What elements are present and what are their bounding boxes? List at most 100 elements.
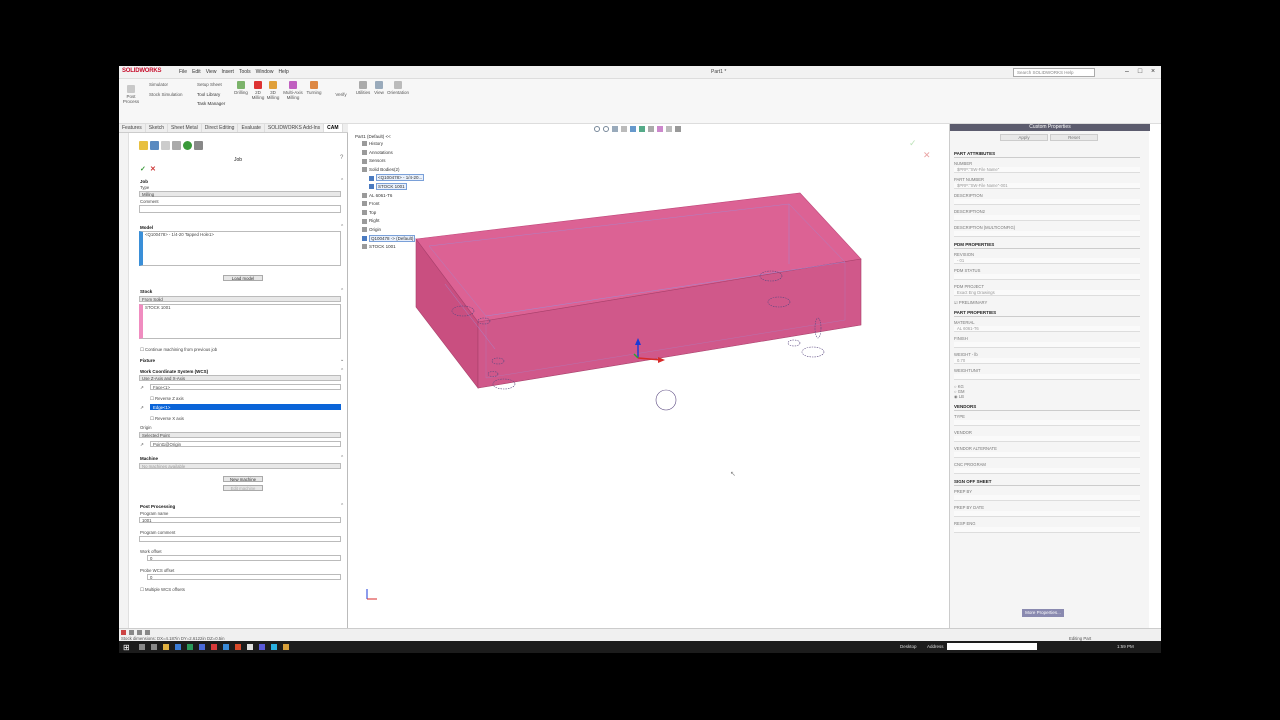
address-input[interactable]: [947, 643, 1037, 650]
collapse-icon[interactable]: ⌃: [340, 503, 344, 509]
ribbon-button-simulator[interactable]: Simulator: [149, 82, 175, 87]
probe-field[interactable]: 0: [147, 574, 341, 580]
model-item[interactable]: <Q100478> - 1/4-20 Tapped Hole1>: [145, 232, 214, 237]
ribbon-button-utilities[interactable]: Utilities: [355, 81, 371, 95]
section-wcs[interactable]: Work Coordinate System (WCS): [140, 369, 208, 374]
search-icon[interactable]: [139, 644, 145, 650]
ribbon-button-tool-library[interactable]: Tool Library: [197, 92, 227, 97]
ribbon-button-turning[interactable]: Turning: [306, 81, 322, 95]
menu-edit[interactable]: Edit: [192, 69, 201, 75]
ribbon-button-multi-axis-milling[interactable]: Multi-Axis Milling: [282, 81, 304, 100]
section-machine[interactable]: Machine: [140, 456, 158, 461]
menu-tools[interactable]: Tools: [239, 69, 251, 75]
section-pdm[interactable]: PDM PROPERTIES: [954, 242, 1140, 249]
preliminary-checkbox[interactable]: ☑ PRELIMINARY: [954, 300, 1140, 305]
section-model[interactable]: Model: [140, 225, 153, 230]
status-tool-icon[interactable]: [129, 630, 134, 635]
solidworks-taskbar-icon[interactable]: [211, 644, 217, 650]
menu-file[interactable]: File: [179, 69, 187, 75]
wcs-mode-select[interactable]: Use Z-Axis and X-Axis: [139, 375, 341, 381]
comment-field[interactable]: [139, 205, 341, 213]
property-field[interactable]: [954, 374, 1140, 380]
menu-help[interactable]: Help: [278, 69, 288, 75]
property-field[interactable]: Exact Eng Drawings: [954, 290, 1140, 296]
cam-icon[interactable]: [194, 141, 203, 150]
edit-machine-button[interactable]: Edit machine: [223, 485, 263, 491]
collapse-icon[interactable]: ⌃: [340, 224, 344, 230]
reverse-x-checkbox[interactable]: ☐ Reverse X axis: [150, 416, 184, 422]
tab-sketch[interactable]: Sketch: [146, 124, 169, 132]
property-field[interactable]: [954, 495, 1140, 501]
graphics-area[interactable]: Part1 (Default) << History Annotations Sen…: [349, 124, 949, 628]
model-list[interactable]: <Q100478> - 1/4-20 Tapped Hole1>: [139, 231, 341, 266]
menu-view[interactable]: View: [206, 69, 217, 75]
tab-cam[interactable]: CAM: [324, 124, 343, 132]
hole[interactable]: [787, 339, 801, 347]
reverse-z-checkbox[interactable]: ☐ Reverse Z axis: [150, 396, 184, 402]
menu-insert[interactable]: Insert: [221, 69, 234, 75]
property-field[interactable]: 0.70: [954, 358, 1140, 364]
collapse-icon[interactable]: ⌃: [340, 288, 344, 294]
app-icon[interactable]: [283, 644, 289, 650]
minimize-icon[interactable]: –: [1122, 68, 1132, 77]
more-properties-button[interactable]: More Properties...: [1022, 609, 1064, 617]
ribbon-button-verify[interactable]: Verify: [331, 92, 351, 97]
collapse-icon[interactable]: ⌃: [340, 455, 344, 461]
property-field[interactable]: [954, 231, 1140, 237]
multiple-offsets-checkbox[interactable]: ☐ Multiple WCS offsets: [140, 587, 185, 593]
type-select[interactable]: Milling: [139, 191, 341, 197]
section-fixture[interactable]: Fixture: [140, 358, 155, 363]
ok-icon[interactable]: ✓: [140, 165, 146, 173]
status-tool-icon[interactable]: [137, 630, 142, 635]
tab-sheet-metal[interactable]: Sheet Metal: [168, 124, 202, 132]
property-field[interactable]: [954, 452, 1140, 458]
property-field[interactable]: [954, 420, 1140, 426]
continue-checkbox[interactable]: ☐ Continue machining from previous job: [140, 347, 217, 353]
property-field[interactable]: - 01: [954, 258, 1140, 264]
windows-start-icon[interactable]: ⊞: [123, 643, 130, 652]
work-offset-field[interactable]: 0: [147, 555, 341, 561]
file-explorer-icon[interactable]: [163, 644, 169, 650]
maximize-icon[interactable]: □: [1135, 68, 1145, 77]
property-field[interactable]: [954, 468, 1140, 474]
stock-list[interactable]: STOCK 1001: [139, 304, 341, 339]
ribbon-button-3d-milling[interactable]: 3D Milling: [266, 81, 280, 100]
property-field[interactable]: [954, 274, 1140, 280]
property-field[interactable]: $PRP:"SW-File Name": [954, 167, 1140, 173]
property-field[interactable]: [954, 342, 1140, 348]
section-job[interactable]: Job: [140, 179, 148, 184]
ribbon-button-drilling[interactable]: Drilling: [233, 81, 249, 95]
program-comment-field[interactable]: [139, 536, 341, 542]
section-stock[interactable]: Stock: [140, 289, 152, 294]
apply-button[interactable]: Apply: [1000, 134, 1048, 141]
status-tool-icon[interactable]: [121, 630, 126, 635]
powerpoint-icon[interactable]: [235, 644, 241, 650]
machine-select[interactable]: No machines available: [139, 463, 341, 469]
ribbon-button-view[interactable]: View: [373, 81, 385, 95]
tab-addins[interactable]: SOLIDWORKS Add-Ins: [265, 124, 325, 132]
property-field[interactable]: AL 6061-T6: [954, 326, 1140, 332]
desktop-toolbar[interactable]: Desktop: [900, 644, 917, 649]
status-tool-icon[interactable]: [145, 630, 150, 635]
ribbon-button-stock-simulation[interactable]: Stock Simulation: [149, 92, 189, 97]
property-field[interactable]: [954, 199, 1140, 205]
ribbon-button-2d-milling[interactable]: 2D Milling: [251, 81, 265, 100]
section-part_attributes[interactable]: PART ATTRIBUTES: [954, 151, 1140, 158]
collapse-icon[interactable]: ⌃: [340, 178, 344, 184]
tab-evaluate[interactable]: Evaluate: [238, 124, 265, 132]
browser-icon[interactable]: [175, 644, 181, 650]
feature-tree-icon[interactable]: [139, 141, 148, 150]
property-field[interactable]: [954, 511, 1140, 517]
new-machine-button[interactable]: New machine: [223, 476, 263, 482]
cancel-icon[interactable]: ✕: [150, 165, 156, 173]
section-signoff[interactable]: SIGN OFF SHEET: [954, 479, 1140, 486]
excel-icon[interactable]: [187, 644, 193, 650]
outlook-icon[interactable]: [199, 644, 205, 650]
origin-mode-select[interactable]: Selected Point: [139, 432, 341, 438]
app-icon[interactable]: [259, 644, 265, 650]
property-icon[interactable]: [150, 141, 159, 150]
menu-window[interactable]: Window: [256, 69, 274, 75]
z-face-field[interactable]: Face<1>: [150, 384, 341, 390]
ribbon-button-post-process[interactable]: Post Process: [121, 85, 141, 104]
property-field[interactable]: [954, 215, 1140, 221]
